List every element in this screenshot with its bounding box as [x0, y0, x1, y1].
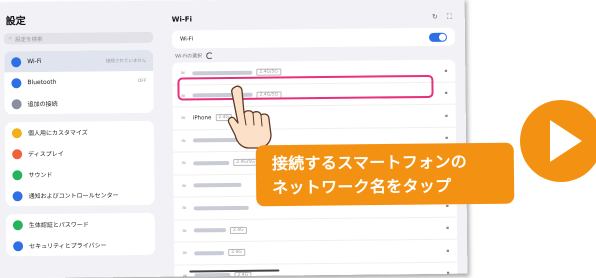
security-group: 生体認証とパスワードセキュリティとプライバシー — [5, 212, 156, 257]
notification-icon — [12, 190, 23, 201]
sidebar-item[interactable]: Wi-Fi 接続されていません — [4, 49, 154, 73]
network-item[interactable]: ≈2.4G 🔒︎ — [173, 217, 458, 243]
sound-icon — [12, 169, 23, 180]
search-placeholder: 設定を検索 — [15, 36, 43, 43]
lock-icon: 🔒︎ — [446, 224, 449, 232]
sidebar-item-label: 生体認証とパスワード — [28, 221, 89, 230]
connections-group: Wi-Fi 接続されていません Bluetooth OFF 追加の接続 — [4, 49, 154, 115]
search-input[interactable]: ⌕ 設定を検索 — [3, 31, 153, 45]
wifi-toggle[interactable] — [428, 32, 447, 42]
wifi-signal-icon: ≈ — [182, 272, 188, 278]
lock-icon: 🔒︎ — [445, 134, 449, 142]
wifi-toggle-label: Wi-Fi — [179, 36, 194, 43]
wifi-signal-icon: ≈ — [181, 227, 188, 235]
sidebar-item[interactable]: 個人用にカスタマイズ — [5, 121, 154, 144]
sidebar-item-label: 通知およびコントロールセンター — [28, 192, 119, 201]
sidebar-item[interactable]: 生体認証とパスワード — [6, 213, 155, 236]
sidebar-item-label: ディスプレイ — [28, 150, 64, 159]
loading-spinner-icon — [206, 52, 214, 60]
display-icon — [12, 148, 23, 159]
sidebar-item-value: OFF — [137, 78, 147, 84]
next-play-button[interactable] — [520, 100, 596, 182]
sidebar-item[interactable]: Bluetooth OFF — [4, 71, 153, 94]
callout-line-1: 接続するスマートフォンの — [271, 151, 468, 173]
sidebar-item-label: 追加の接続 — [27, 100, 58, 109]
wifi-signal-icon: ≈ — [180, 137, 187, 145]
wifi-panel: Wi-Fi ↻ ⛶ Wi-Fi Wi-Fiの選択 ≈2.4G/5G 🔒︎ ≈2.4G… — [160, 0, 468, 278]
wifi-signal-icon: ≈ — [181, 204, 187, 212]
band-badge: 2.4G — [229, 226, 247, 234]
band-badge: 2.4G/5G — [256, 68, 281, 76]
search-icon: ⌕ — [8, 35, 13, 42]
sidebar-item[interactable]: ディスプレイ — [5, 142, 154, 165]
callout-line-2: ネットワーク名をタップ — [272, 175, 452, 197]
network-item[interactable]: ≈2.4G 🔒︎ — [174, 239, 458, 266]
wifi-icon — [11, 56, 22, 67]
network-name-redacted — [193, 205, 249, 211]
sidebar-item[interactable]: サウンド — [5, 163, 154, 186]
lock-icon: 🔒︎ — [444, 89, 448, 97]
lock-icon: 🔒︎ — [446, 247, 450, 254]
network-name-redacted — [193, 183, 242, 188]
section-label-text: Wi-Fiの選択 — [175, 53, 203, 60]
instruction-callout: 接続するスマートフォンの ネットワーク名をタップ — [255, 142, 515, 207]
wifi-signal-icon: ≈ — [181, 182, 187, 190]
panel-title: Wi-Fi — [171, 15, 193, 24]
refresh-icon[interactable]: ↻ — [432, 12, 438, 21]
network-name-redacted — [193, 228, 226, 233]
wifi-signal-icon: ≈ — [180, 114, 186, 122]
sidebar-item[interactable]: 追加の接続 — [5, 92, 154, 115]
wifi-toggle-row[interactable]: Wi-Fi — [171, 27, 456, 49]
lock-icon: 🔒︎ — [445, 112, 448, 119]
tap-hand-icon — [227, 85, 272, 149]
lock-icon: 🔒︎ — [446, 269, 450, 277]
sidebar-item-label: Bluetooth — [27, 78, 57, 87]
lock-icon — [12, 219, 23, 230]
network-item[interactable]: ≈ iPhone 2.4G 🔒︎ — [172, 104, 456, 131]
sidebar-item-label: Wi-Fi — [27, 57, 42, 66]
sidebar-item[interactable]: セキュリティとプライバシー — [6, 234, 155, 257]
band-badge: 2.4G/5G — [233, 158, 258, 167]
shield-icon — [13, 240, 24, 251]
wifi-signal-icon: ≈ — [182, 249, 188, 257]
bluetooth-icon — [11, 77, 22, 88]
network-name-redacted — [193, 160, 230, 166]
network-name-redacted — [194, 250, 225, 256]
band-badge: 2.4G — [228, 249, 245, 257]
personalization-group: 個人用にカスタマイズ ディスプレイ サウンド通知およびコントロールセンター — [4, 120, 155, 207]
highlight-frame — [177, 74, 434, 101]
sidebar-item-value: 接続されていません — [105, 58, 147, 64]
sidebar-title: 設定 — [5, 16, 26, 28]
palette-icon — [11, 127, 22, 138]
network-name-redacted — [192, 70, 253, 76]
sidebar-item-label: 個人用にカスタマイズ — [27, 129, 88, 138]
more-icon — [11, 98, 22, 109]
wifi-signal-icon: ≈ — [181, 159, 187, 167]
sidebar-item[interactable]: 通知およびコントロールセンター — [5, 184, 154, 207]
network-name-redacted — [194, 273, 231, 278]
wifi-signal-icon: ≈ — [180, 69, 186, 77]
sidebar-item-label: セキュリティとプライバシー — [29, 242, 107, 251]
network-name: iPhone — [192, 114, 212, 122]
lock-icon: 🔒︎ — [444, 67, 448, 74]
section-label: Wi-Fiの選択 — [175, 50, 455, 60]
sidebar-item-label: サウンド — [28, 171, 53, 180]
scan-icon[interactable]: ⛶ — [447, 12, 452, 21]
settings-sidebar: 設定 ⌕ 設定を検索 Wi-Fi 接続されていません Bluetooth OFF 追加の… — [0, 1, 162, 278]
